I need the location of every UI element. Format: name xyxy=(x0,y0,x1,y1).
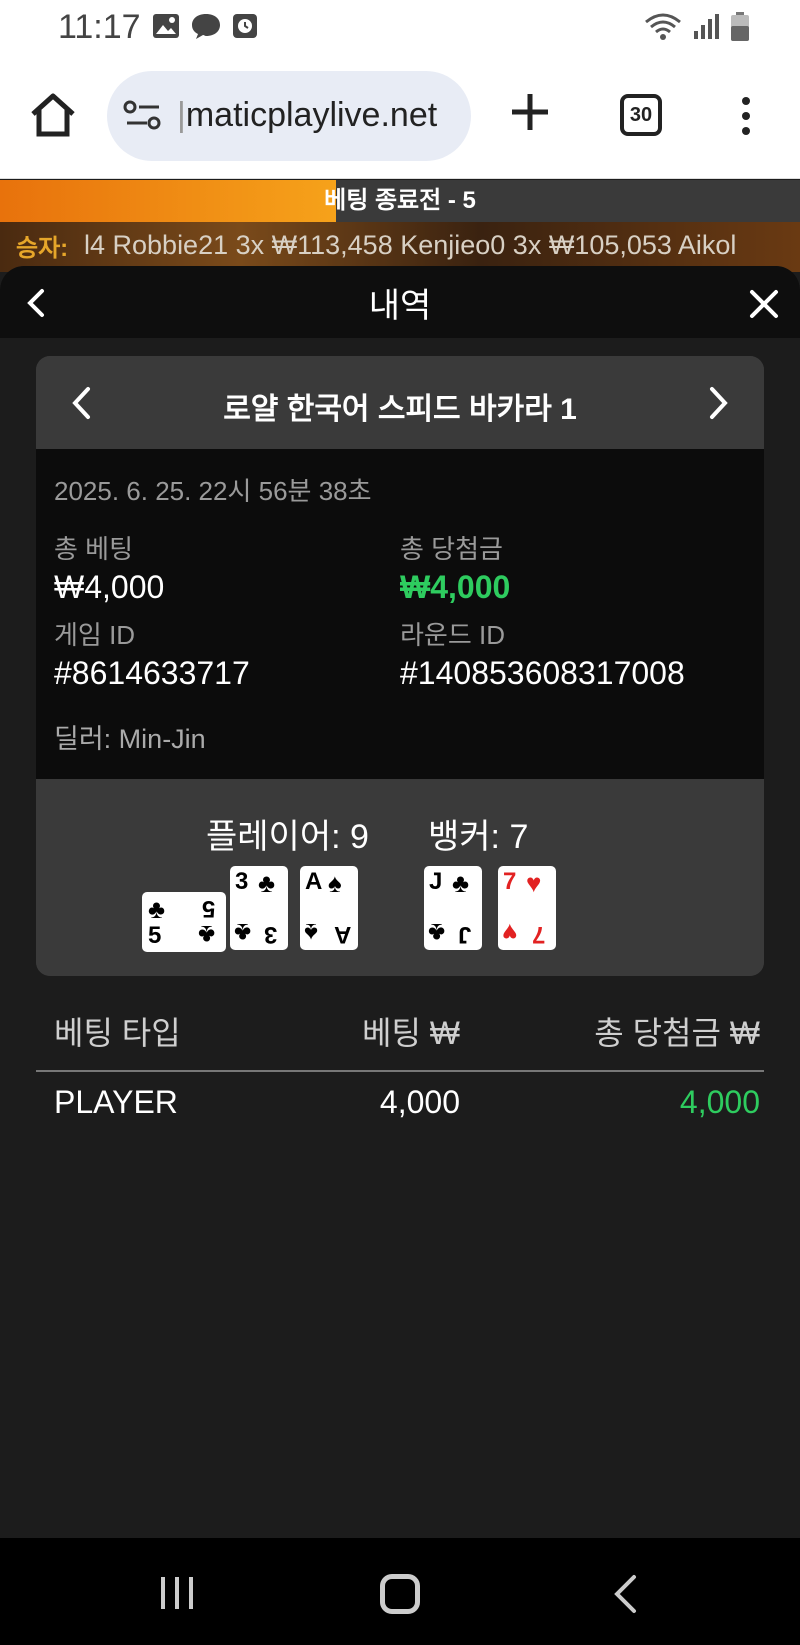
browser-toolbar: |maticplaylive.net 30 xyxy=(0,56,800,179)
home-button[interactable] xyxy=(380,1574,420,1614)
card-rank: A xyxy=(334,921,352,948)
recent-apps-icon[interactable] xyxy=(158,1574,196,1612)
card-suit-icon: ♣ xyxy=(234,918,252,948)
site-settings-icon[interactable] xyxy=(123,99,163,133)
bet-row-type: PLAYER xyxy=(54,1084,178,1120)
system-navigation-bar xyxy=(0,1538,800,1645)
card-rank: 7 xyxy=(532,921,546,948)
url-fade: | xyxy=(177,96,186,134)
card-rank: 3 xyxy=(235,868,249,895)
total-win-label: 총 당첨금 xyxy=(400,534,503,564)
next-round-chevron-icon[interactable] xyxy=(706,386,732,420)
modal-header: 내역 xyxy=(0,266,800,338)
table-divider xyxy=(36,1070,764,1072)
banker-score: 뱅커: 7 xyxy=(428,818,529,856)
total-bet-value: ₩4,000 xyxy=(54,569,165,605)
url-domain: maticplaylive.net xyxy=(185,96,438,134)
banker-card: 7 ♥ ♥ 7 xyxy=(498,866,556,950)
betting-countdown-text: 베팅 종료전 - 5 xyxy=(324,187,476,214)
status-bar: 11:17 xyxy=(0,0,800,56)
alarm-icon xyxy=(233,14,257,38)
back-icon[interactable] xyxy=(612,1574,638,1614)
card-suit-icon: ♣ xyxy=(452,868,470,898)
card-rank: 7 xyxy=(503,868,517,895)
round-result: 플레이어: 9 뱅커: 7 ♣ 5 5 ♣ 3 ♣ ♣ 3 A ♠ ♠ A J ♣ ♣ J 7 ♥ ♥ 7 xyxy=(36,779,764,976)
system-icons xyxy=(644,12,750,42)
dealer-name: 딜러: Min-Jin xyxy=(54,724,206,754)
winners-label: 승자: xyxy=(16,235,69,262)
close-icon[interactable] xyxy=(748,288,780,320)
betting-countdown-bar: 베팅 종료전 - 5 xyxy=(0,180,800,222)
player-card: 3 ♣ ♣ 3 xyxy=(230,866,288,950)
card-rank: J xyxy=(429,868,443,895)
history-modal: 내역 로얄 한국어 스피드 바카라 1 2025. 6. 25. 22시 56분… xyxy=(0,266,800,1538)
url-text[interactable]: |maticplaylive.net xyxy=(177,96,467,135)
banker-card: J ♣ ♣ J xyxy=(424,866,482,950)
game-id-label: 게임 ID xyxy=(54,620,136,650)
game-name: 로얄 한국어 스피드 바카라 1 xyxy=(223,393,577,426)
new-tab-icon[interactable] xyxy=(506,88,554,136)
more-options-icon[interactable] xyxy=(738,96,754,136)
card-suit-icon: ♣ xyxy=(258,868,276,898)
notification-icons xyxy=(152,12,258,40)
card-rank: 3 xyxy=(264,921,278,948)
game-navigator: 로얄 한국어 스피드 바카라 1 xyxy=(36,356,764,449)
card-rank: A xyxy=(305,868,323,895)
total-win-value: ₩4,000 xyxy=(400,569,511,605)
card-suit-icon: ♥ xyxy=(526,868,542,898)
card-suit-icon: ♣ xyxy=(198,920,216,950)
card-rank: 5 xyxy=(202,895,216,922)
round-id-label: 라운드 ID xyxy=(400,620,505,650)
status-time: 11:17 xyxy=(58,8,141,46)
chat-bubble-icon xyxy=(192,14,220,39)
bet-row-amount: 4,000 xyxy=(379,1084,460,1120)
battery-icon xyxy=(731,12,749,41)
card-suit-icon: ♣ xyxy=(148,894,166,924)
player-card: ♣ 5 5 ♣ xyxy=(142,892,226,952)
player-card: A ♠ ♠ A xyxy=(300,866,358,950)
card-rank: 5 xyxy=(148,922,162,949)
player-score: 플레이어: 9 xyxy=(206,818,369,856)
address-bar[interactable]: |maticplaylive.net xyxy=(107,71,471,161)
card-suit-icon: ♥ xyxy=(502,918,518,948)
card-suit-icon: ♠ xyxy=(328,868,342,898)
wifi-icon xyxy=(645,13,681,40)
round-details: 2025. 6. 25. 22시 56분 38초 총 베팅 ₩4,000 총 당… xyxy=(36,449,764,779)
winners-ticker: 승자: l4 Robbie21 3x ₩113,458 Kenjieo0 3x … xyxy=(0,222,800,272)
round-datetime: 2025. 6. 25. 22시 56분 38초 xyxy=(54,476,372,506)
winners-ticker-text: l4 Robbie21 3x ₩113,458 Kenjieo0 3x ₩105… xyxy=(84,230,737,260)
bet-win-header: 총 당첨금 ₩ xyxy=(594,1015,760,1051)
card-suit-icon: ♣ xyxy=(428,918,446,948)
card-suit-icon: ♠ xyxy=(304,918,318,948)
bet-type-header: 베팅 타입 xyxy=(54,1015,181,1051)
signal-icon xyxy=(694,14,719,39)
total-bet-label: 총 베팅 xyxy=(54,534,133,564)
game-id-value: #8614633717 xyxy=(54,655,250,691)
home-icon[interactable] xyxy=(28,90,78,140)
round-id-value: #140853608317008 xyxy=(400,655,685,691)
tab-switcher-button[interactable]: 30 xyxy=(620,94,662,136)
gallery-icon xyxy=(153,14,179,38)
round-detail-card: 로얄 한국어 스피드 바카라 1 2025. 6. 25. 22시 56분 38… xyxy=(36,356,764,976)
modal-title: 내역 xyxy=(368,287,432,325)
bet-amount-header: 베팅 ₩ xyxy=(362,1015,460,1051)
bet-row-win: 4,000 xyxy=(679,1084,760,1120)
card-rank: J xyxy=(458,921,472,948)
